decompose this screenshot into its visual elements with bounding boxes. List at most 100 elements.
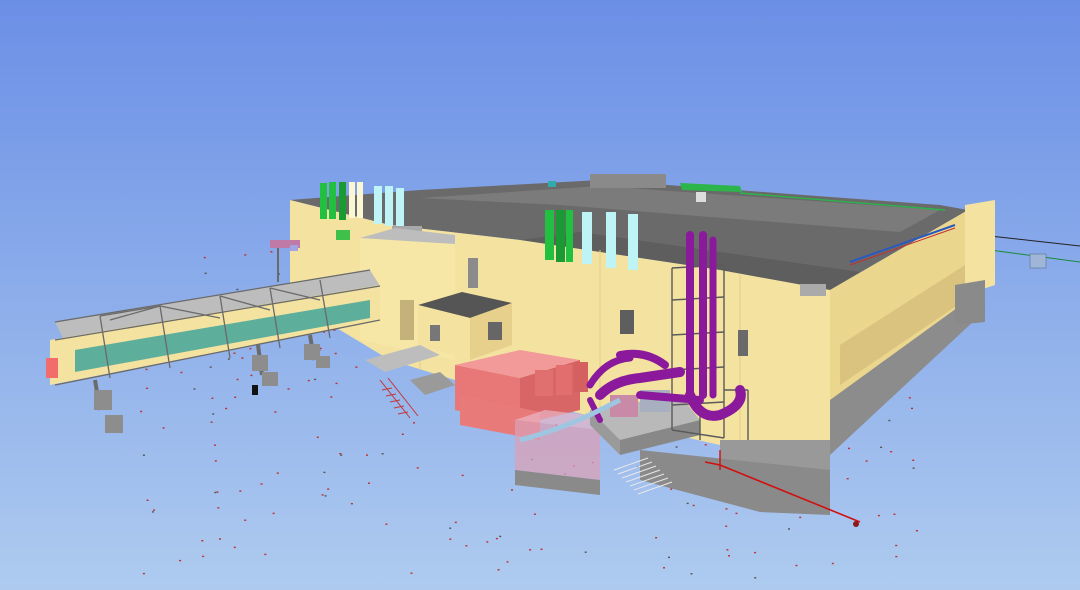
- debris-point: [335, 382, 338, 385]
- stack-cyan: [628, 214, 638, 270]
- 3d-model-viewport[interactable]: [0, 0, 1080, 590]
- debris-point: [895, 555, 898, 558]
- debris-point: [233, 546, 236, 549]
- debris-point: [831, 562, 834, 565]
- debris-point: [686, 502, 689, 505]
- debris-point: [366, 454, 368, 456]
- machine: [610, 395, 638, 417]
- debris-point: [690, 573, 693, 575]
- debris-point: [339, 453, 342, 455]
- debris-point: [795, 564, 798, 567]
- debris-point: [327, 488, 330, 490]
- end-tower-base: [955, 280, 985, 325]
- stack-green: [320, 183, 327, 219]
- debris-point: [655, 537, 658, 539]
- cable-support: [1029, 253, 1047, 269]
- debris-point: [212, 413, 215, 415]
- debris-point: [140, 410, 143, 413]
- debris-point: [219, 538, 221, 540]
- stack-cream: [357, 182, 363, 218]
- bim-model-scene[interactable]: [0, 0, 1080, 590]
- pipe-valve: [853, 521, 859, 527]
- debris-point: [890, 451, 893, 453]
- debris-point: [728, 555, 730, 557]
- stack-cyan: [582, 212, 592, 264]
- debris-point: [381, 453, 384, 455]
- debris-point: [449, 527, 452, 529]
- debris-point: [239, 490, 242, 492]
- debris-point: [153, 509, 155, 511]
- debris-point: [321, 494, 324, 496]
- debris-point: [486, 541, 489, 543]
- debris-point: [193, 388, 196, 390]
- debris-point: [276, 472, 279, 474]
- debris-point: [540, 548, 543, 550]
- debris-point: [250, 374, 253, 377]
- debris-point: [725, 525, 728, 527]
- debris-point: [307, 379, 310, 382]
- debris-point: [209, 366, 212, 368]
- debris-point: [324, 495, 327, 497]
- debris-point: [210, 421, 213, 423]
- debris-point: [323, 471, 326, 474]
- stack-cream: [349, 182, 355, 218]
- bridge-dark-element: [252, 385, 258, 395]
- debris-point: [465, 545, 468, 547]
- stack-green: [566, 210, 573, 262]
- debris-point: [211, 397, 214, 399]
- debris-point: [495, 537, 498, 540]
- enclosure-unit: [535, 370, 553, 396]
- debris-point: [368, 482, 370, 484]
- debris-point: [272, 512, 275, 515]
- enclosure-unit: [574, 362, 588, 392]
- debris-point: [316, 436, 319, 438]
- debris-point: [506, 561, 509, 563]
- stack-cyan: [374, 186, 382, 224]
- debris-point: [726, 549, 729, 551]
- stack-base: [336, 230, 350, 240]
- debris-point: [880, 446, 883, 448]
- rooftop-penthouse: [590, 174, 666, 188]
- debris-point: [287, 388, 290, 390]
- debris-point: [788, 528, 790, 530]
- wall-vent: [620, 310, 634, 334]
- debris-point: [725, 508, 728, 510]
- debris-point: [668, 556, 670, 559]
- debris-point: [413, 422, 415, 424]
- debris-point: [203, 256, 206, 259]
- debris-point: [911, 407, 913, 410]
- debris-point: [893, 513, 896, 515]
- debris-point: [334, 352, 337, 355]
- debris-point: [533, 513, 536, 515]
- debris-point: [142, 572, 145, 575]
- debris-point: [202, 555, 205, 558]
- debris-point: [213, 444, 216, 446]
- debris-point: [217, 507, 220, 509]
- wall-vent: [468, 258, 478, 288]
- stack-green: [545, 210, 554, 260]
- stack-cyan: [606, 212, 616, 268]
- debris-point: [461, 474, 464, 477]
- debris-point: [201, 540, 204, 542]
- end-tower: [965, 200, 995, 295]
- debris-point: [260, 483, 263, 485]
- debris-point: [244, 519, 247, 521]
- debris-point: [214, 460, 217, 462]
- debris-point: [236, 378, 239, 381]
- debris-point: [234, 396, 237, 398]
- stack-green: [329, 182, 336, 219]
- debris-point: [264, 553, 267, 556]
- roof-unit: [548, 181, 556, 187]
- debris-point: [799, 516, 802, 519]
- annex-door: [400, 300, 414, 340]
- debris-point: [449, 538, 452, 540]
- debris-point: [401, 433, 404, 435]
- debris-point: [214, 491, 217, 494]
- debris-point: [142, 454, 145, 456]
- stack-cyan: [385, 186, 393, 226]
- debris-point: [499, 535, 502, 538]
- debris-point: [146, 387, 149, 389]
- debris-point: [915, 530, 918, 532]
- debris-point: [180, 371, 183, 374]
- debris-point: [454, 521, 457, 524]
